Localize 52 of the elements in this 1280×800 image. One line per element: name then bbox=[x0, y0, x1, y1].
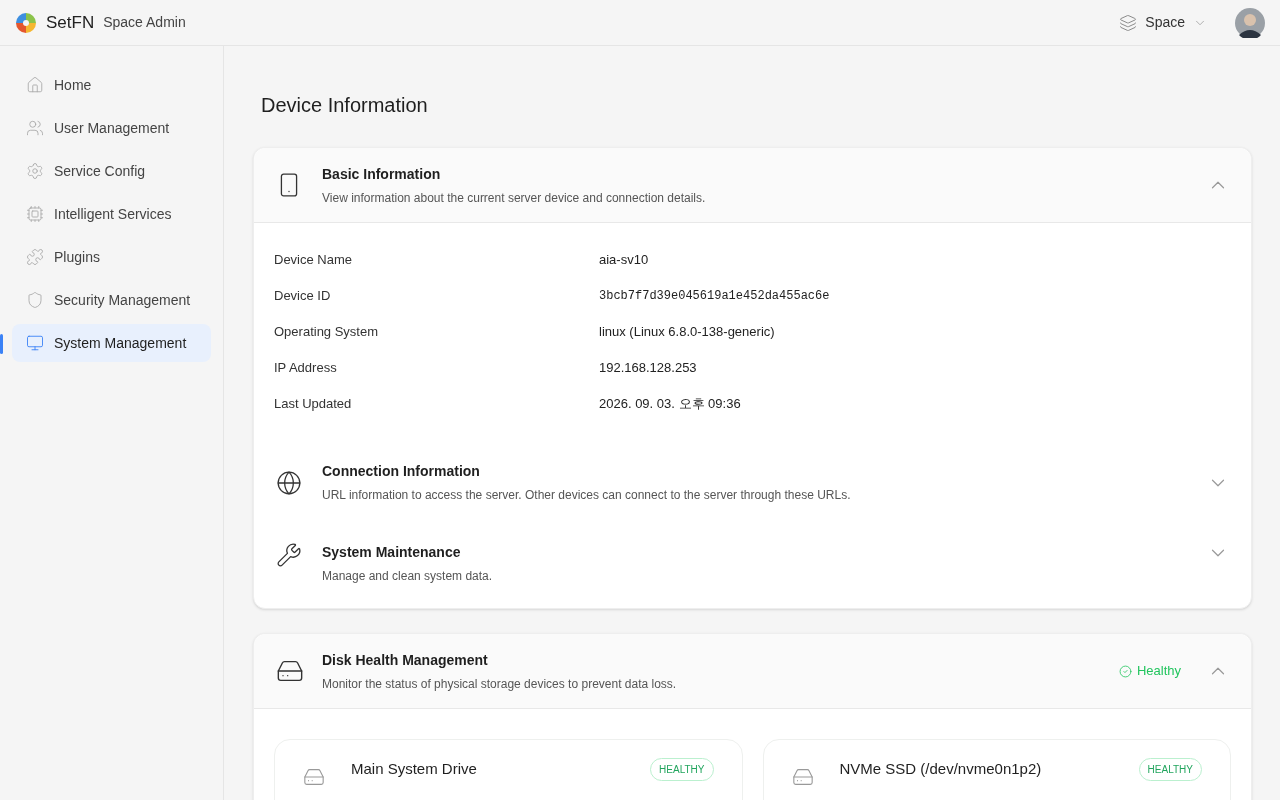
sidebar-item[interactable]: Security Management bbox=[12, 281, 211, 319]
section-description: View information about the current server device and connection details. bbox=[322, 189, 707, 207]
active-indicator bbox=[0, 334, 3, 354]
field-label: IP Address bbox=[274, 359, 338, 378]
section-title: Disk Health Management bbox=[322, 650, 489, 670]
section-title: Basic Information bbox=[322, 164, 442, 184]
field-value: linux (Linux 6.8.0-138-generic) bbox=[599, 323, 775, 342]
space-icon bbox=[1119, 13, 1138, 32]
users-icon bbox=[26, 119, 44, 137]
sidebar-item[interactable]: User Management bbox=[12, 109, 211, 147]
wrench-icon bbox=[276, 542, 302, 568]
disk-name: Main System Drive bbox=[351, 759, 478, 779]
check-icon bbox=[1118, 664, 1132, 678]
sidebar-item[interactable]: System Management bbox=[12, 324, 211, 362]
section-header[interactable]: Basic Information View information about the current server device and connection details. bbox=[254, 148, 1251, 223]
section-description: Monitor the status of physical storage devices to prevent data loss. bbox=[322, 675, 678, 693]
avatar[interactable] bbox=[1235, 7, 1265, 38]
sidebar-item[interactable]: Home bbox=[12, 66, 211, 104]
field-label: Device ID bbox=[274, 287, 332, 306]
field-label: Last Updated bbox=[274, 395, 353, 414]
product-name: Space Admin bbox=[103, 13, 186, 32]
section-title: Connection Information bbox=[322, 462, 481, 481]
section-header[interactable]: Connection Information URL information to access the server. Other devices can connect to the server through these URLs. bbox=[254, 437, 1251, 528]
section-header[interactable]: System Maintenance Manage and clean system data. bbox=[254, 528, 1251, 608]
disk-name: NVMe SSD (/dev/nvme0n1p2) bbox=[839, 759, 1043, 779]
status-label: Healthy bbox=[1118, 661, 1181, 681]
section-description: URL information to access the server. Other devices can connect to the server through these URLs. bbox=[322, 487, 852, 504]
globe-icon bbox=[276, 469, 302, 496]
brand-name: SetFN bbox=[46, 11, 95, 34]
logo-icon bbox=[15, 11, 37, 34]
sidebar-item[interactable]: Intelligent Services bbox=[12, 195, 211, 233]
field-value: 2026. 09. 03. 오후 09:36 bbox=[599, 395, 741, 414]
field-label: Operating System bbox=[274, 323, 380, 342]
sidebar-item[interactable]: Plugins bbox=[12, 238, 211, 276]
field-value: 3bcb7f7d39e045619a1e452da455ac6e bbox=[599, 288, 830, 305]
shield-icon bbox=[26, 291, 44, 309]
space-dropdown[interactable]: Space bbox=[1119, 12, 1207, 33]
field-value: 192.168.128.253 bbox=[599, 359, 697, 378]
section-header[interactable]: Disk Health Management Monitor the status of physical storage devices to prevent data loss. Healthy bbox=[254, 634, 1251, 709]
sidebar-item[interactable]: Service Config bbox=[12, 152, 211, 190]
monitor-icon bbox=[26, 334, 44, 352]
drive-icon bbox=[791, 766, 814, 788]
drive-icon bbox=[303, 766, 325, 788]
puzzle-icon bbox=[26, 248, 44, 266]
page-title: Device Information bbox=[261, 93, 429, 118]
section-title: System Maintenance bbox=[322, 543, 462, 562]
section-description: Manage and clean system data. bbox=[322, 568, 494, 585]
chip-icon bbox=[26, 205, 44, 223]
field-value: aia-sv10 bbox=[599, 251, 649, 270]
home-icon bbox=[26, 76, 44, 94]
settings-icon bbox=[26, 162, 44, 180]
field-label: Device Name bbox=[274, 251, 354, 270]
